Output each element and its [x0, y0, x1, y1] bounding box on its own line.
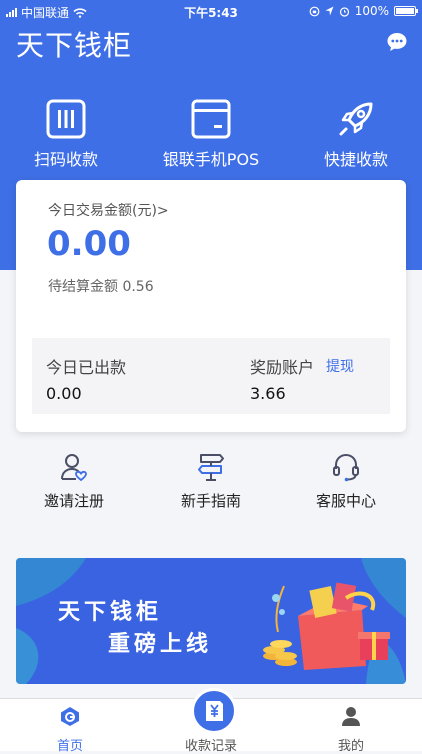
today-amount-value: 0.00	[47, 224, 131, 264]
card-reader-icon	[191, 99, 231, 139]
pending-label: 待结算金额	[48, 279, 118, 295]
chat-icon[interactable]	[386, 31, 408, 53]
quick-action-scan[interactable]: 扫码收款	[0, 98, 136, 170]
service-label: 邀请注册	[43, 492, 104, 510]
invite-user-icon	[61, 454, 87, 482]
payment-records-button[interactable]	[191, 688, 237, 734]
tab-mine[interactable]: 我的	[301, 699, 401, 754]
today-amount-link[interactable]: 今日交易金额(元)>	[48, 200, 169, 220]
home-icon	[61, 707, 79, 726]
service-label: 客服中心	[315, 492, 376, 510]
rocket-icon	[339, 102, 373, 136]
tab-label: 收款记录	[184, 739, 237, 754]
pending-value: 0.56	[122, 279, 154, 295]
quick-action-label: 扫码收款	[33, 150, 98, 169]
service-support[interactable]: 客服中心	[286, 452, 406, 511]
yuan-receipt-icon	[206, 701, 223, 721]
app-title: 天下钱柜	[16, 29, 133, 62]
location-icon	[325, 6, 334, 16]
battery-icon	[394, 6, 418, 16]
paid-out-label: 今日已出款	[46, 358, 127, 377]
summary-card: 今日交易金额(元)> 0.00 待结算金额 0.56 今日已出款 0.00 奖励…	[16, 180, 406, 432]
quick-action-label: 银联手机POS	[162, 150, 260, 169]
status-bar: 中国联通 下午5:43 100%	[0, 0, 422, 22]
rotation-lock-icon	[309, 6, 320, 16]
battery-percent: 100%	[354, 4, 389, 18]
headset-icon	[333, 453, 359, 482]
pending-settlement: 待结算金额 0.56	[48, 276, 154, 296]
service-label: 新手指南	[180, 492, 241, 510]
banner-line-2: 重磅上线	[108, 632, 213, 657]
quick-action-fast-pay[interactable]: 快捷收款	[286, 98, 422, 170]
account-panel: 今日已出款 0.00 奖励账户 提现 3.66	[32, 338, 390, 414]
profile-icon	[342, 707, 360, 726]
reward-account-value: 3.66	[250, 384, 286, 403]
scan-icon	[46, 99, 86, 139]
service-guide[interactable]: 新手指南	[151, 452, 271, 511]
withdraw-link[interactable]: 提现	[326, 356, 354, 376]
service-invite[interactable]: 邀请注册	[14, 452, 134, 511]
alarm-icon	[339, 6, 349, 17]
reward-account-label: 奖励账户	[250, 358, 315, 377]
signpost-icon	[198, 454, 224, 481]
tab-label: 我的	[337, 739, 364, 754]
promo-banner[interactable]: 天下钱柜 重磅上线	[16, 558, 406, 684]
tab-home[interactable]: 首页	[20, 699, 120, 754]
banner-line-1: 天下钱柜	[58, 600, 163, 625]
paid-out-value: 0.00	[46, 384, 82, 403]
quick-action-pos[interactable]: 银联手机POS	[141, 98, 281, 170]
quick-action-label: 快捷收款	[323, 150, 388, 169]
tab-label: 首页	[56, 739, 83, 754]
